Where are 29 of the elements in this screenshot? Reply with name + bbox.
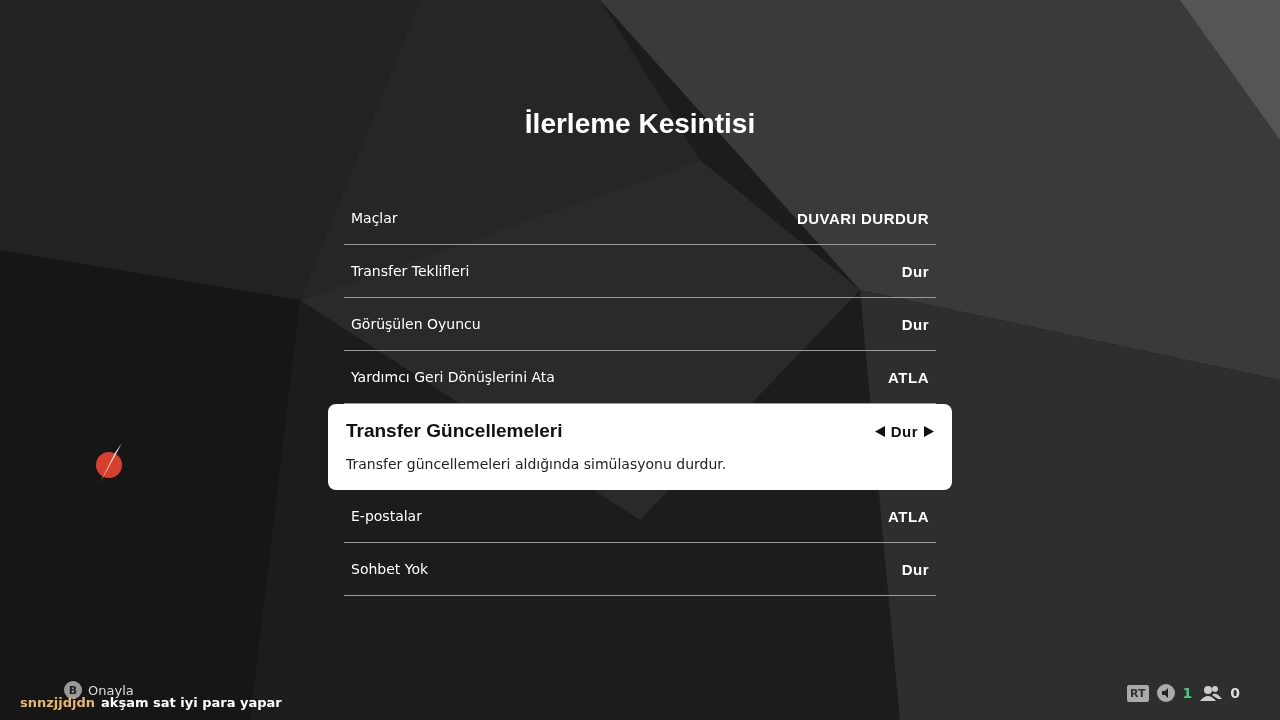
setting-label: E-postalar <box>351 508 422 524</box>
setting-value: Dur <box>901 560 929 578</box>
setting-label: Transfer Teklifleri <box>351 263 470 279</box>
people-icon <box>1200 685 1223 701</box>
setting-label: Transfer Güncellemeleri <box>346 420 563 442</box>
speaker-icon <box>1156 684 1175 702</box>
setting-value: ATLA <box>888 368 929 386</box>
setting-value: Dur <box>890 422 918 440</box>
setting-value: Dur <box>901 315 929 333</box>
left-arrow-icon[interactable] <box>874 425 885 437</box>
setting-row[interactable]: Transfer Güncellemeleri Dur Transfer güncellemeleri aldığında simülasyonu durdur. <box>328 404 952 490</box>
setting-value: ATLA <box>888 507 929 525</box>
setting-row[interactable]: Sohbet Yok Dur <box>344 543 936 596</box>
setting-label: Sohbet Yok <box>351 561 429 577</box>
setting-row[interactable]: Görüşülen Oyuncu Dur <box>344 298 936 351</box>
setting-row[interactable]: E-postalar ATLA <box>344 490 936 543</box>
right-arrow-icon[interactable] <box>924 425 934 437</box>
setting-row[interactable]: Maçlar DUVARI DURDUR <box>344 192 936 245</box>
setting-value: Dur <box>901 262 929 280</box>
page-title: İlerleme Kesintisi <box>524 108 756 140</box>
setting-row[interactable]: Transfer Teklifleri Dur <box>344 245 936 298</box>
voice-count: 1 <box>1182 685 1193 701</box>
setting-description: Transfer güncellemeleri aldığında simülasyonu durdur. <box>346 456 728 472</box>
setting-label: Görüşülen Oyuncu <box>351 316 481 332</box>
party-count: 0 <box>1230 685 1240 701</box>
confirm-hint[interactable]: Onayla <box>88 682 134 698</box>
setting-label: Maçlar <box>351 210 398 226</box>
setting-value: DUVARI DURDUR <box>796 209 929 227</box>
setting-label: Yardımcı Geri Dönüşlerini Ata <box>351 369 555 385</box>
